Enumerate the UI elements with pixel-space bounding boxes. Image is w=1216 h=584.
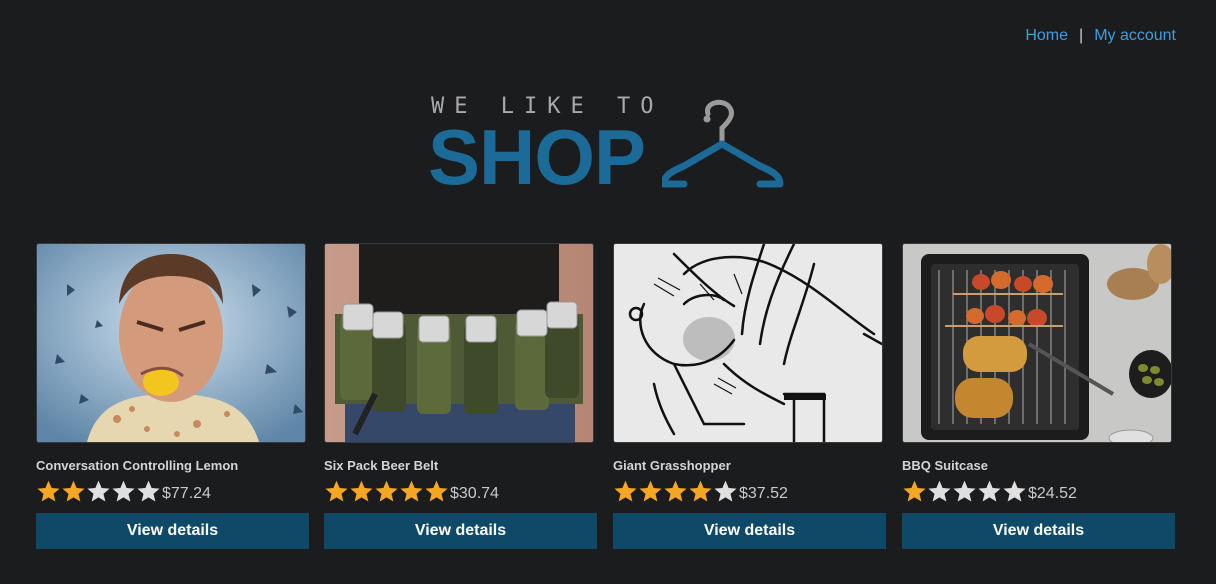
star-empty-icon xyxy=(112,480,135,502)
product-image-beer-belt[interactable] xyxy=(324,243,594,443)
product-price: $30.74 xyxy=(450,484,499,502)
star-empty-icon xyxy=(978,480,1001,502)
star-filled-icon xyxy=(614,480,637,502)
star-empty-icon xyxy=(1003,480,1026,502)
rating-stars xyxy=(324,479,449,503)
star-filled-icon xyxy=(350,480,373,502)
product-meta: $24.52 xyxy=(902,478,1176,504)
product-price: $24.52 xyxy=(1028,484,1077,502)
top-nav: Home | My account xyxy=(1025,26,1176,46)
star-filled-icon xyxy=(903,480,926,502)
star-empty-icon xyxy=(87,480,110,502)
product-meta: $37.52 xyxy=(613,478,887,504)
star-filled-icon xyxy=(62,480,85,502)
star-filled-icon xyxy=(689,480,712,502)
star-empty-icon xyxy=(137,480,160,502)
product-title[interactable]: Conversation Controlling Lemon xyxy=(36,459,310,473)
my-account-link[interactable]: My account xyxy=(1094,26,1176,46)
logo-title: SHOP xyxy=(428,113,646,201)
product-meta: $30.74 xyxy=(324,478,598,504)
product-image-lemon[interactable] xyxy=(36,243,306,443)
product-card: Conversation Controlling Lemon $77.24 Vi… xyxy=(36,243,310,549)
star-filled-icon xyxy=(37,480,60,502)
view-details-button[interactable]: View details xyxy=(36,513,309,549)
star-filled-icon xyxy=(639,480,662,502)
shop-logo: WE LIKE TO SHOP xyxy=(428,94,788,201)
view-details-button[interactable]: View details xyxy=(902,513,1175,549)
home-link[interactable]: Home xyxy=(1025,26,1068,46)
star-filled-icon xyxy=(664,480,687,502)
rating-stars xyxy=(36,479,161,503)
star-empty-icon xyxy=(953,480,976,502)
star-filled-icon xyxy=(325,480,348,502)
product-card: Giant Grasshopper $37.52 View details xyxy=(613,243,887,549)
star-filled-icon xyxy=(400,480,423,502)
product-title[interactable]: Giant Grasshopper xyxy=(613,459,887,473)
rating-stars xyxy=(613,479,738,503)
product-meta: $77.24 xyxy=(36,478,310,504)
shop-page: Home | My account WE LIKE TO SHOP Conver… xyxy=(0,0,1216,584)
product-title[interactable]: BBQ Suitcase xyxy=(902,459,1176,473)
star-empty-icon xyxy=(714,480,737,502)
product-title[interactable]: Six Pack Beer Belt xyxy=(324,459,598,473)
product-image-bbq[interactable] xyxy=(902,243,1172,443)
product-card: BBQ Suitcase $24.52 View details xyxy=(902,243,1176,549)
star-empty-icon xyxy=(928,480,951,502)
product-price: $77.24 xyxy=(162,484,211,502)
star-filled-icon xyxy=(425,480,448,502)
nav-separator: | xyxy=(1079,27,1084,44)
view-details-button[interactable]: View details xyxy=(324,513,597,549)
view-details-button[interactable]: View details xyxy=(613,513,886,549)
product-price: $37.52 xyxy=(739,484,788,502)
product-card: Six Pack Beer Belt $30.74 View details xyxy=(324,243,598,549)
product-image-grasshopper[interactable] xyxy=(613,243,883,443)
rating-stars xyxy=(902,479,1027,503)
hanger-icon xyxy=(662,99,784,188)
star-filled-icon xyxy=(375,480,398,502)
